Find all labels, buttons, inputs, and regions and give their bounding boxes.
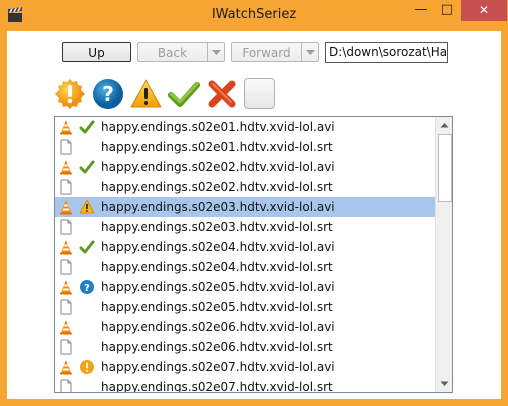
- list-item[interactable]: happy.endings.s02e07.hdtv.xvid-lol.avi: [55, 357, 435, 377]
- forward-button[interactable]: Forward: [231, 42, 301, 62]
- file-name: happy.endings.s02e07.hdtv.xvid-lol.srt: [101, 380, 333, 393]
- vlc-icon: [60, 320, 72, 335]
- list-item[interactable]: happy.endings.s02e01.hdtv.xvid-lol.avi: [55, 117, 435, 137]
- list-item[interactable]: happy.endings.s02e02.hdtv.xvid-lol.srt: [55, 177, 435, 197]
- list-item[interactable]: ? happy.endings.s02e05.hdtv.xvid-lol.avi: [55, 277, 435, 297]
- vlc-icon: [60, 280, 72, 295]
- close-button[interactable]: ✕: [461, 0, 507, 21]
- list-item[interactable]: happy.endings.s02e01.hdtv.xvid-lol.srt: [55, 137, 435, 157]
- scroll-down-arrow-icon[interactable]: [437, 376, 452, 391]
- file-name: happy.endings.s02e04.hdtv.xvid-lol.avi: [101, 240, 335, 254]
- list-item[interactable]: happy.endings.s02e06.hdtv.xvid-lol.avi: [55, 317, 435, 337]
- file-icon: [60, 219, 72, 235]
- file-name: happy.endings.s02e04.hdtv.xvid-lol.srt: [101, 260, 333, 274]
- forward-dropdown-button[interactable]: [301, 42, 319, 62]
- help-icon[interactable]: ?: [92, 78, 124, 110]
- vlc-icon: [60, 360, 72, 375]
- file-name: happy.endings.s02e05.hdtv.xvid-lol.srt: [101, 300, 333, 314]
- chevron-down-icon: [212, 50, 221, 55]
- file-icon: [60, 259, 72, 275]
- list-item[interactable]: happy.endings.s02e03.hdtv.xvid-lol.srt: [55, 217, 435, 237]
- list-item[interactable]: happy.endings.s02e06.hdtv.xvid-lol.srt: [55, 337, 435, 357]
- file-icon: [60, 339, 72, 355]
- vlc-icon: [60, 120, 72, 135]
- svg-text:?: ?: [102, 82, 114, 106]
- vlc-icon: [60, 200, 72, 215]
- back-button[interactable]: Back: [137, 42, 207, 62]
- file-name: happy.endings.s02e02.hdtv.xvid-lol.srt: [101, 180, 333, 194]
- vlc-icon: [60, 160, 72, 175]
- client-area: Up Back Forward D:\down\sorozat\Happ ?: [7, 31, 501, 399]
- file-name: happy.endings.s02e05.hdtv.xvid-lol.avi: [101, 280, 335, 294]
- path-field[interactable]: D:\down\sorozat\Happ: [325, 42, 448, 63]
- minimize-button[interactable]: —: [408, 0, 434, 21]
- file-name: happy.endings.s02e03.hdtv.xvid-lol.avi: [101, 200, 335, 214]
- status-unknown-icon: [80, 360, 94, 374]
- list-item[interactable]: happy.endings.s02e05.hdtv.xvid-lol.srt: [55, 297, 435, 317]
- delete-icon[interactable]: [206, 78, 238, 110]
- check-icon[interactable]: [168, 78, 200, 110]
- chevron-down-icon: [306, 50, 315, 55]
- file-icon: [60, 179, 72, 195]
- warning-icon: [79, 199, 95, 214]
- file-name: happy.endings.s02e01.hdtv.xvid-lol.avi: [101, 120, 335, 134]
- app-window: IWatchSeriez — □ ✕ Up Back Forward D:\do…: [0, 0, 508, 406]
- list-item[interactable]: happy.endings.s02e02.hdtv.xvid-lol.avi: [55, 157, 435, 177]
- check-icon: [79, 120, 95, 134]
- scroll-thumb[interactable]: [438, 134, 452, 202]
- check-icon: [79, 240, 95, 254]
- list-item[interactable]: happy.endings.s02e07.hdtv.xvid-lol.srt: [55, 377, 435, 393]
- check-icon: [79, 160, 95, 174]
- list-item[interactable]: happy.endings.s02e04.hdtv.xvid-lol.srt: [55, 257, 435, 277]
- blank-button[interactable]: [244, 78, 275, 109]
- vertical-scrollbar[interactable]: [435, 117, 452, 392]
- list-item[interactable]: happy.endings.s02e03.hdtv.xvid-lol.avi: [55, 197, 435, 217]
- file-name: happy.endings.s02e03.hdtv.xvid-lol.srt: [101, 220, 333, 234]
- help-icon: ?: [80, 280, 94, 294]
- file-list[interactable]: happy.endings.s02e07.hdtv.xvid-lol.srt ha…: [54, 116, 453, 393]
- file-name: happy.endings.s02e06.hdtv.xvid-lol.srt: [101, 340, 333, 354]
- up-button[interactable]: Up: [62, 42, 131, 62]
- scroll-up-arrow-icon[interactable]: [437, 118, 452, 133]
- list-item[interactable]: happy.endings.s02e04.hdtv.xvid-lol.avi: [55, 237, 435, 257]
- file-name: happy.endings.s02e02.hdtv.xvid-lol.avi: [101, 160, 335, 174]
- vlc-icon: [60, 240, 72, 255]
- file-name: happy.endings.s02e01.hdtv.xvid-lol.srt: [101, 140, 333, 154]
- title-bar[interactable]: IWatchSeriez — □ ✕: [0, 0, 508, 30]
- file-icon: [60, 379, 72, 392]
- file-name: happy.endings.s02e06.hdtv.xvid-lol.avi: [101, 320, 335, 334]
- file-name: happy.endings.s02e07.hdtv.xvid-lol.avi: [101, 360, 335, 374]
- maximize-button[interactable]: □: [434, 0, 460, 21]
- warning-icon[interactable]: [130, 78, 162, 110]
- status-unknown-icon[interactable]: [54, 78, 86, 110]
- file-icon: [60, 299, 72, 315]
- back-dropdown-button[interactable]: [207, 42, 225, 62]
- file-icon: [60, 139, 72, 155]
- svg-text:?: ?: [84, 283, 90, 294]
